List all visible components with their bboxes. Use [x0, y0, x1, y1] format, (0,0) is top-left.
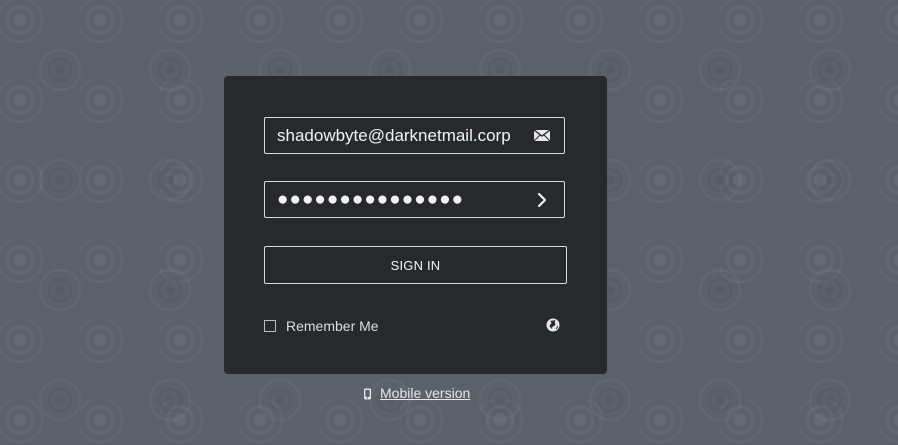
- sign-in-button[interactable]: SIGN IN: [264, 246, 567, 284]
- chevron-right-icon[interactable]: [532, 190, 552, 210]
- mobile-version-link-wrap[interactable]: Mobile version: [363, 384, 470, 402]
- login-panel: SIGN IN Remember Me: [224, 76, 607, 374]
- email-field[interactable]: [264, 117, 565, 154]
- password-field[interactable]: [264, 181, 565, 218]
- mobile-version-link[interactable]: Mobile version: [380, 385, 470, 401]
- remember-me-row[interactable]: Remember Me: [264, 318, 379, 334]
- remember-me-checkbox[interactable]: [264, 320, 276, 332]
- phone-icon: [363, 387, 372, 400]
- password-input[interactable]: [265, 182, 564, 217]
- envelope-icon: [532, 126, 552, 146]
- remember-me-label: Remember Me: [286, 318, 379, 334]
- globe-icon[interactable]: [546, 318, 560, 332]
- email-input[interactable]: [265, 118, 564, 153]
